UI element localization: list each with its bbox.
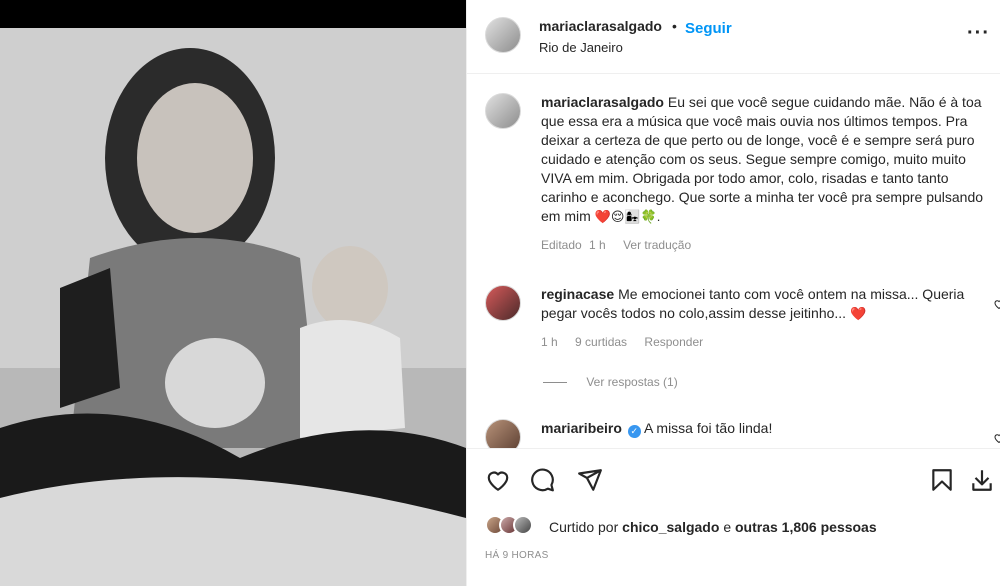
follow-button[interactable]: Seguir (685, 20, 732, 37)
caption-emojis: ❤️😌👩‍👧🍀. (594, 209, 661, 224)
verified-badge-icon: ✓ (627, 425, 641, 438)
heart-icon[interactable] (485, 467, 511, 493)
download-icon[interactable] (969, 467, 995, 493)
post-location[interactable]: Rio de Janeiro (539, 40, 623, 55)
replies-divider (543, 382, 567, 384)
comment-likes[interactable]: 9 curtidas (575, 335, 627, 349)
caption-time: 1 h (589, 238, 606, 252)
comment-icon[interactable] (529, 467, 555, 493)
view-replies-label: Ver respostas (1) (586, 375, 678, 389)
comment-text: A missa foi tão linda! (643, 420, 773, 436)
caption-username[interactable]: mariaclarasalgado (541, 94, 664, 110)
post-actions: Curtido por chico_salgado e outras 1,806… (467, 448, 1000, 586)
liked-by-user[interactable]: chico_salgado (622, 519, 719, 535)
commenter-avatar[interactable] (485, 285, 521, 321)
liked-by-others[interactable]: outras 1,806 pessoas (735, 519, 877, 535)
comment-like-icon[interactable] (993, 297, 1000, 310)
heart-outline-icon (994, 300, 1000, 310)
commenter-username[interactable]: reginacase (541, 286, 614, 302)
comment-like-icon[interactable] (993, 431, 1000, 444)
comment-time: 1 h (541, 335, 558, 349)
comment-meta: 1 h 9 curtidas Responder (541, 335, 985, 349)
heart-outline-icon (994, 434, 1000, 444)
separator-dot: • (672, 18, 677, 34)
commenter-username[interactable]: mariaribeiro (541, 420, 622, 436)
post-details-panel: mariaclarasalgado • Seguir Rio de Janeir… (466, 0, 1000, 586)
view-replies-button[interactable]: Ver respostas (1) (543, 375, 678, 389)
reply-button[interactable]: Responder (644, 335, 703, 349)
post-photo-pane (0, 0, 466, 586)
comment-item: reginacase Me emocionei tanto com você o… (485, 285, 1000, 349)
post-timestamp[interactable]: HÁ 9 HORAS (485, 550, 549, 561)
liker-avatar (513, 515, 533, 535)
caption-avatar[interactable] (485, 93, 521, 129)
comment-emoji: ❤️ (849, 306, 867, 321)
caption-body: mariaclarasalgado Eu sei que você segue … (541, 93, 985, 226)
post-header: mariaclarasalgado • Seguir Rio de Janeir… (467, 0, 1000, 74)
edited-label: Editado (541, 238, 582, 252)
caption-text: Eu sei que você segue cuidando mãe. Não … (541, 94, 984, 224)
comment-item: mariaribeiro ✓ A missa foi tão linda! (485, 419, 1000, 448)
author-avatar[interactable] (485, 17, 521, 53)
post-photo[interactable] (0, 28, 466, 586)
author-username[interactable]: mariaclarasalgado (539, 18, 662, 34)
more-options-icon[interactable]: ··· (967, 22, 990, 45)
caption-meta: Editado 1 h Ver tradução (541, 238, 985, 252)
commenter-avatar[interactable] (485, 419, 521, 448)
caption: mariaclarasalgado Eu sei que você segue … (485, 93, 985, 252)
comment-body: reginacase Me emocionei tanto com você o… (541, 285, 985, 323)
translate-link[interactable]: Ver tradução (623, 238, 691, 252)
share-icon[interactable] (577, 467, 603, 493)
liked-by-text: Curtido por chico_salgado e outras 1,806… (549, 519, 877, 535)
comments-section[interactable]: mariaclarasalgado Eu sei que você segue … (467, 75, 1000, 448)
liked-by-middle: e (723, 519, 732, 535)
bookmark-icon[interactable] (929, 467, 955, 493)
liked-by-prefix: Curtido por (549, 519, 619, 535)
comment-body: mariaribeiro ✓ A missa foi tão linda! (541, 419, 985, 438)
photo-illustration (0, 28, 466, 586)
